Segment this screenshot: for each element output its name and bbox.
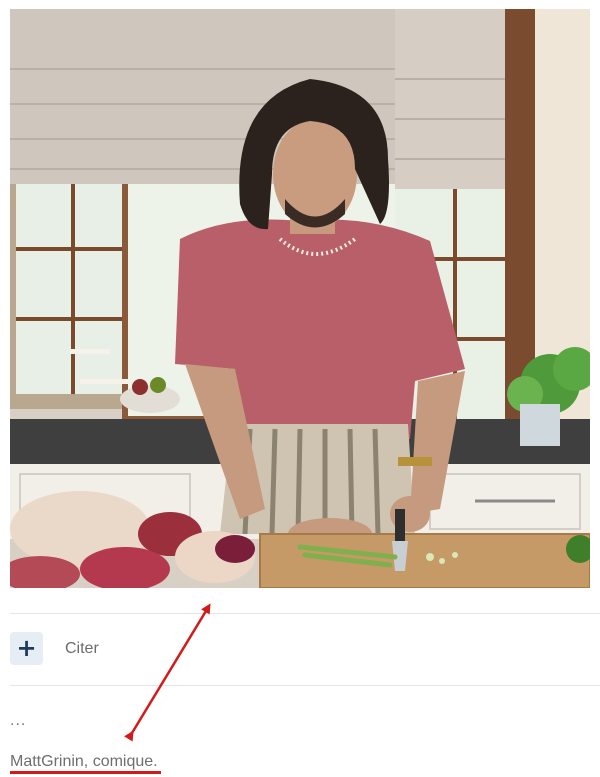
divider-top [10,613,600,614]
divider-bottom [10,685,600,686]
quote-label[interactable]: Citer [65,640,99,658]
quote-button[interactable]: + [10,632,43,665]
ellipsis-text: ... [10,712,27,729]
red-underline-annotation [10,771,161,774]
caption: MattGrinin, comique. [10,753,158,771]
post-photo[interactable] [10,9,590,588]
plus-icon: + [16,633,37,662]
caption-name: MattGrinin, comique [10,753,154,770]
caption-suffix: . [153,753,158,770]
kitchen-photo [10,9,590,588]
